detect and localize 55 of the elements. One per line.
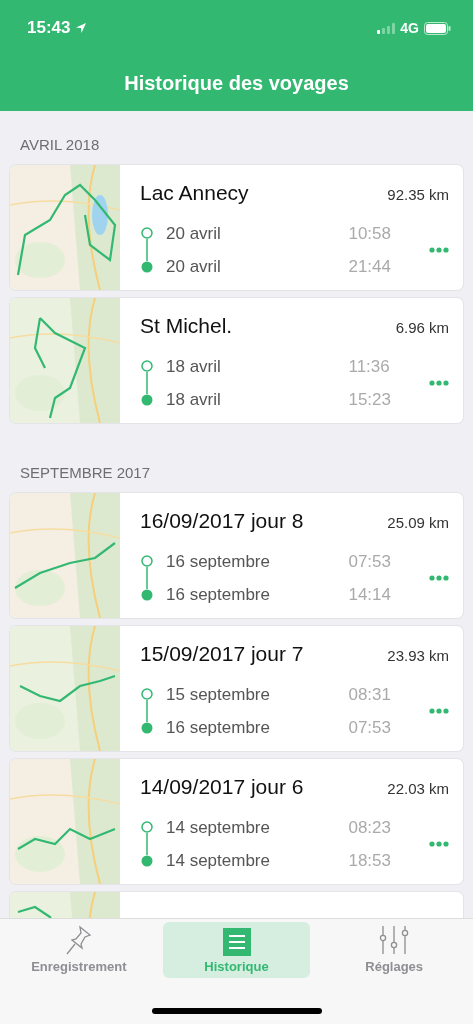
start-time: 08:31 (348, 684, 391, 705)
network-label: 4G (400, 20, 419, 36)
list-icon (222, 928, 251, 956)
trip-card[interactable]: St Michel. 6.96 km 18 avril 11:36 18 avril 15:23 (10, 298, 463, 423)
more-icon[interactable] (429, 708, 449, 714)
end-time: 07:53 (348, 717, 391, 738)
end-date: 20 avril (166, 256, 222, 277)
end-date: 16 septembre (166, 717, 271, 738)
section-header: AVRIL 2018 (19, 135, 101, 155)
signal-icon (377, 22, 396, 34)
trip-card[interactable]: 16/09/2017 jour 8 25.09 km 16 septembre 07:53 16 septembre 14:14 (10, 493, 463, 618)
end-date: 18 avril (166, 389, 222, 410)
trip-title: 16/09/2017 jour 8 (140, 509, 304, 533)
start-date: 15 septembre (166, 684, 271, 705)
sliders-icon (378, 924, 411, 956)
section-header: SEPTEMBRE 2017 (19, 463, 152, 483)
trip-distance: 23.93 km (387, 647, 449, 664)
start-time: 10:58 (348, 223, 391, 244)
more-icon[interactable] (429, 575, 449, 581)
end-time: 15:23 (348, 389, 391, 410)
start-time: 11:36 (348, 356, 391, 377)
more-icon[interactable] (429, 247, 449, 253)
location-arrow-icon (75, 22, 88, 34)
timeline-icon (140, 227, 154, 273)
start-date: 20 avril (166, 223, 222, 244)
trip-card[interactable]: Lac Annecy 92.35 km 20 avril 10:58 20 avril 21:44 (10, 165, 463, 290)
trip-title: Lac Annecy (140, 181, 249, 205)
timeline-icon (140, 688, 154, 734)
start-time: 08:23 (348, 817, 391, 838)
timeline-icon (140, 555, 154, 601)
battery-icon (424, 21, 451, 35)
trip-card[interactable]: 15/09/2017 jour 7 23.93 km 15 septembre 08:31 16 septembre 07:53 (10, 626, 463, 751)
status-time: 15:43 (27, 18, 71, 38)
end-date: 14 septembre (166, 850, 271, 871)
more-icon[interactable] (429, 841, 449, 847)
start-date: 18 avril (166, 356, 222, 377)
end-date: 16 septembre (166, 584, 271, 605)
end-time: 14:14 (348, 584, 391, 605)
timeline-icon (140, 821, 154, 867)
start-date: 16 septembre (166, 551, 271, 572)
trip-title: 14/09/2017 jour 6 (140, 775, 304, 799)
start-date: 14 septembre (166, 817, 271, 838)
start-time: 07:53 (348, 551, 391, 572)
timeline-icon (140, 360, 154, 406)
trip-distance: 6.96 km (395, 319, 449, 336)
trip-distance: 25.09 km (387, 514, 449, 531)
trip-title: St Michel. (140, 314, 233, 338)
end-time: 21:44 (348, 256, 391, 277)
screen-title: Historique des voyages (124, 72, 349, 95)
end-time: 18:53 (348, 850, 391, 871)
trip-title: 15/09/2017 jour 7 (140, 642, 304, 666)
trip-card[interactable]: 14/09/2017 jour 6 22.03 km 14 septembre 08:23 14 septembre 18:53 (10, 759, 463, 884)
more-icon[interactable] (429, 380, 449, 386)
trip-distance: 92.35 km (387, 186, 449, 203)
trip-distance: 22.03 km (387, 780, 449, 797)
